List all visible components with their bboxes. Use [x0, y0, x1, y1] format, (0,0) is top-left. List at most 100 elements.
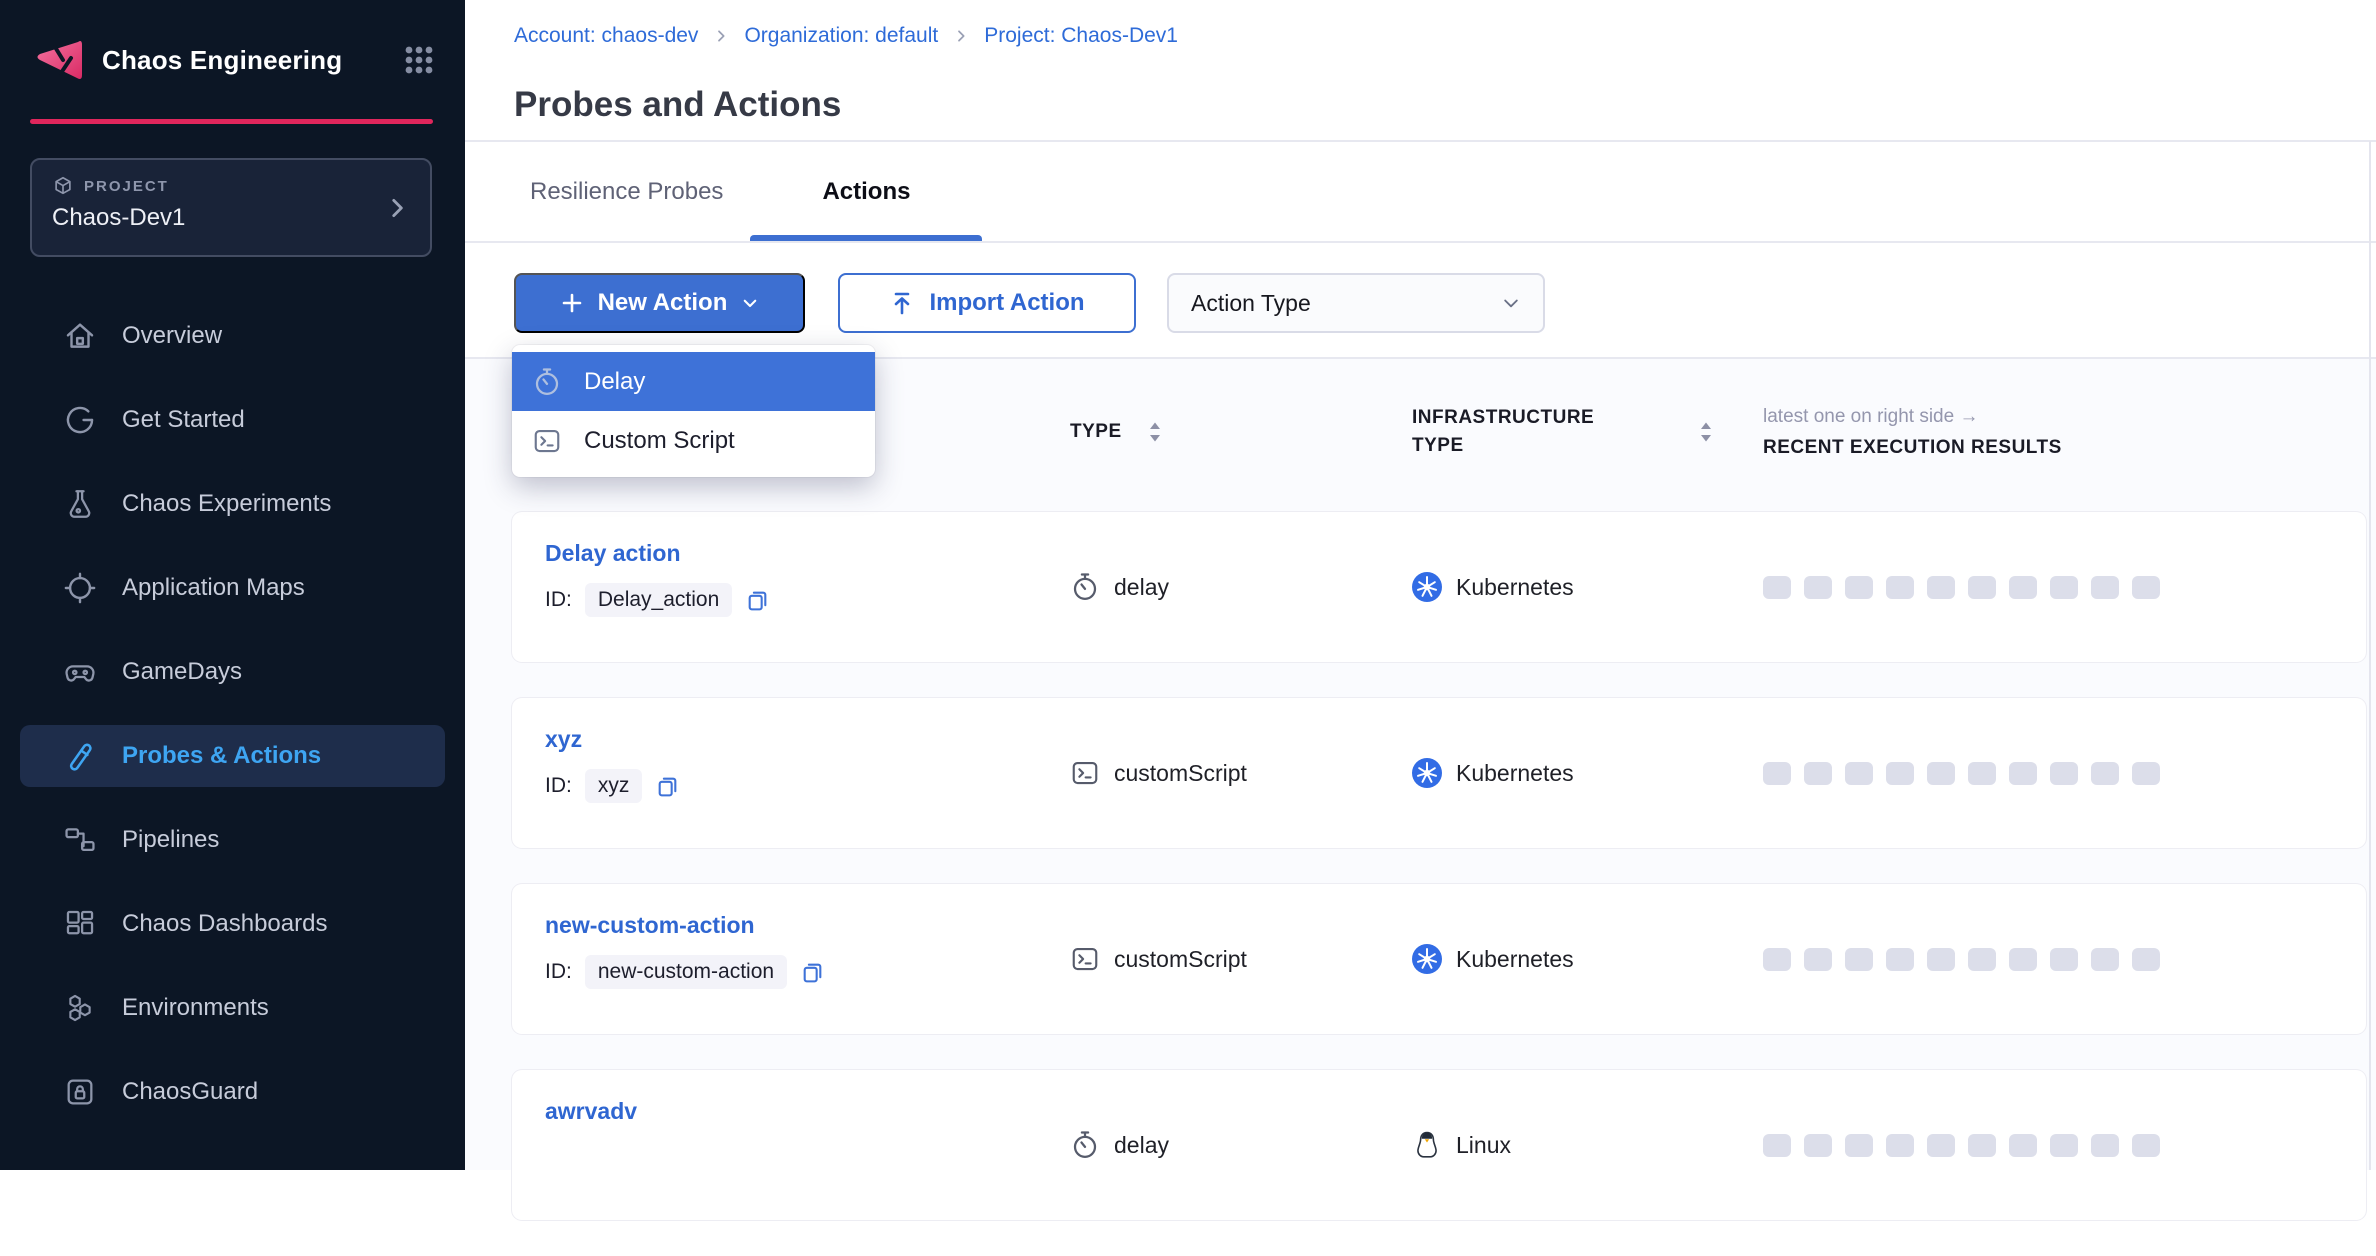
probe-icon [62, 739, 98, 773]
id-label: ID: [545, 588, 572, 612]
execution-result-placeholder [2132, 948, 2160, 971]
infrastructure-cell: Kubernetes [1412, 572, 1763, 602]
type-header-label: TYPE [1070, 421, 1122, 443]
breadcrumb-link[interactable]: Project: Chaos-Dev1 [984, 24, 1178, 48]
stopwatch-icon [1070, 572, 1100, 602]
kubernetes-icon [1412, 944, 1442, 974]
action-name-link[interactable]: awrvadv [545, 1098, 637, 1125]
infrastructure-value: Kubernetes [1456, 574, 1574, 601]
action-name-link[interactable]: new-custom-action [545, 912, 755, 939]
sidebar: Chaos Engineering PROJECT Chaos-Dev1 [0, 0, 465, 1170]
scroll-track[interactable] [2369, 141, 2371, 1170]
chaos-engineering-logo-icon [30, 32, 86, 88]
menu-item-custom-script[interactable]: Custom Script [512, 411, 875, 470]
tab-resilience-probes[interactable]: Resilience Probes [520, 142, 733, 241]
tab-label: Resilience Probes [530, 178, 723, 206]
execution-result-placeholder [1845, 1134, 1873, 1157]
sidebar-item-get-started[interactable]: Get Started [20, 394, 445, 446]
tab-bar: Resilience Probes Actions [520, 142, 982, 241]
results-hint: latest one on right side → [1763, 406, 1978, 428]
sidebar-item-overview[interactable]: Overview [20, 310, 445, 362]
infrastructure-value: Linux [1456, 1132, 1511, 1159]
infrastructure-value: Kubernetes [1456, 760, 1574, 787]
target-icon [62, 571, 98, 605]
action-type-value: customScript [1114, 946, 1247, 973]
action-type-cell: delay [1070, 572, 1412, 602]
breadcrumb-link[interactable]: Organization: default [744, 24, 938, 48]
brand-accent-divider [30, 119, 433, 124]
infrastructure-cell: Kubernetes [1412, 944, 1763, 974]
execution-result-placeholder [2050, 1134, 2078, 1157]
action-type-value: customScript [1114, 760, 1247, 787]
recent-execution-results-cell [1763, 1134, 2366, 1157]
terminal-icon [1070, 758, 1100, 788]
tab-label: Actions [822, 178, 910, 206]
import-action-button[interactable]: Import Action [838, 273, 1136, 333]
dashboard-icon [62, 907, 98, 941]
action-name-link[interactable]: Delay action [545, 540, 681, 567]
execution-result-placeholder [1804, 1134, 1832, 1157]
table-row: Delay actionID:Delay_actiondelayKubernet… [512, 512, 2366, 662]
copy-icon[interactable] [655, 774, 680, 799]
infrastructure-column-header: INFRASTRUCTURE TYPE [1412, 404, 1763, 461]
action-id-row: ID:new-custom-action [545, 955, 1070, 989]
execution-result-placeholder [1968, 948, 1996, 971]
sidebar-item-label: Chaos Dashboards [122, 910, 327, 938]
kubernetes-icon [1412, 758, 1442, 788]
project-label: PROJECT [84, 178, 169, 195]
sort-icon[interactable] [1148, 421, 1162, 443]
new-action-button[interactable]: New Action [514, 273, 805, 333]
execution-result-placeholder [2050, 762, 2078, 785]
pipeline-icon [62, 823, 98, 857]
tab-actions[interactable]: Actions [750, 142, 982, 241]
breadcrumb-link[interactable]: Account: chaos-dev [514, 24, 698, 48]
gamepad-icon [62, 655, 98, 689]
menu-item-delay[interactable]: Delay [512, 352, 875, 411]
execution-result-placeholder [1968, 762, 1996, 785]
action-id-value: xyz [585, 769, 643, 803]
project-selector[interactable]: PROJECT Chaos-Dev1 [30, 158, 432, 257]
sidebar-item-pipelines[interactable]: Pipelines [20, 814, 445, 866]
action-id-row: ID:xyz [545, 769, 1070, 803]
action-type-select[interactable]: Action Type [1167, 273, 1545, 333]
execution-result-placeholder [2009, 948, 2037, 971]
sidebar-item-environments[interactable]: Environments [20, 982, 445, 1034]
sidebar-item-application-maps[interactable]: Application Maps [20, 562, 445, 614]
terminal-icon [1070, 944, 1100, 974]
import-icon [889, 290, 915, 316]
sidebar-item-label: Pipelines [122, 826, 219, 854]
execution-result-placeholder [2009, 762, 2037, 785]
execution-result-placeholder [1968, 1134, 1996, 1157]
sidebar-item-gamedays[interactable]: GameDays [20, 646, 445, 698]
sidebar-item-chaos-experiments[interactable]: Chaos Experiments [20, 478, 445, 530]
execution-result-placeholder [1927, 576, 1955, 599]
sidebar-item-chaos-dashboards[interactable]: Chaos Dashboards [20, 898, 445, 950]
action-id-value: new-custom-action [585, 955, 787, 989]
sidebar-item-label: ChaosGuard [122, 1078, 258, 1106]
module-grid-icon[interactable] [403, 44, 435, 76]
recent-execution-results-cell [1763, 948, 2366, 971]
action-type-cell: delay [1070, 1130, 1412, 1160]
sidebar-item-label: Application Maps [122, 574, 305, 602]
new-action-label: New Action [598, 289, 728, 317]
sidebar-item-label: Get Started [122, 406, 245, 434]
execution-result-placeholder [1763, 1134, 1791, 1157]
sidebar-item-probes-actions[interactable]: Probes & Actions [20, 725, 445, 787]
chevron-right-icon [384, 195, 410, 221]
execution-result-placeholder [1804, 948, 1832, 971]
execution-result-placeholder [2009, 576, 2037, 599]
sort-icon[interactable] [1699, 421, 1713, 443]
results-header-label: RECENT EXECUTION RESULTS [1763, 437, 2062, 459]
main-content: Account: chaos-dev Organization: default P… [465, 0, 2376, 1170]
copy-icon[interactable] [745, 588, 770, 613]
execution-result-placeholder [2050, 576, 2078, 599]
sidebar-item-label: GameDays [122, 658, 242, 686]
sidebar-item-chaosguard[interactable]: ChaosGuard [20, 1066, 445, 1118]
execution-result-placeholder [1886, 1134, 1914, 1157]
action-name-link[interactable]: xyz [545, 726, 582, 753]
table-row: xyzID:xyzcustomScriptKubernetes [512, 698, 2366, 848]
infrastructure-cell: Linux [1412, 1130, 1763, 1160]
execution-result-placeholder [1927, 1134, 1955, 1157]
home-icon [62, 319, 98, 353]
copy-icon[interactable] [800, 960, 825, 985]
